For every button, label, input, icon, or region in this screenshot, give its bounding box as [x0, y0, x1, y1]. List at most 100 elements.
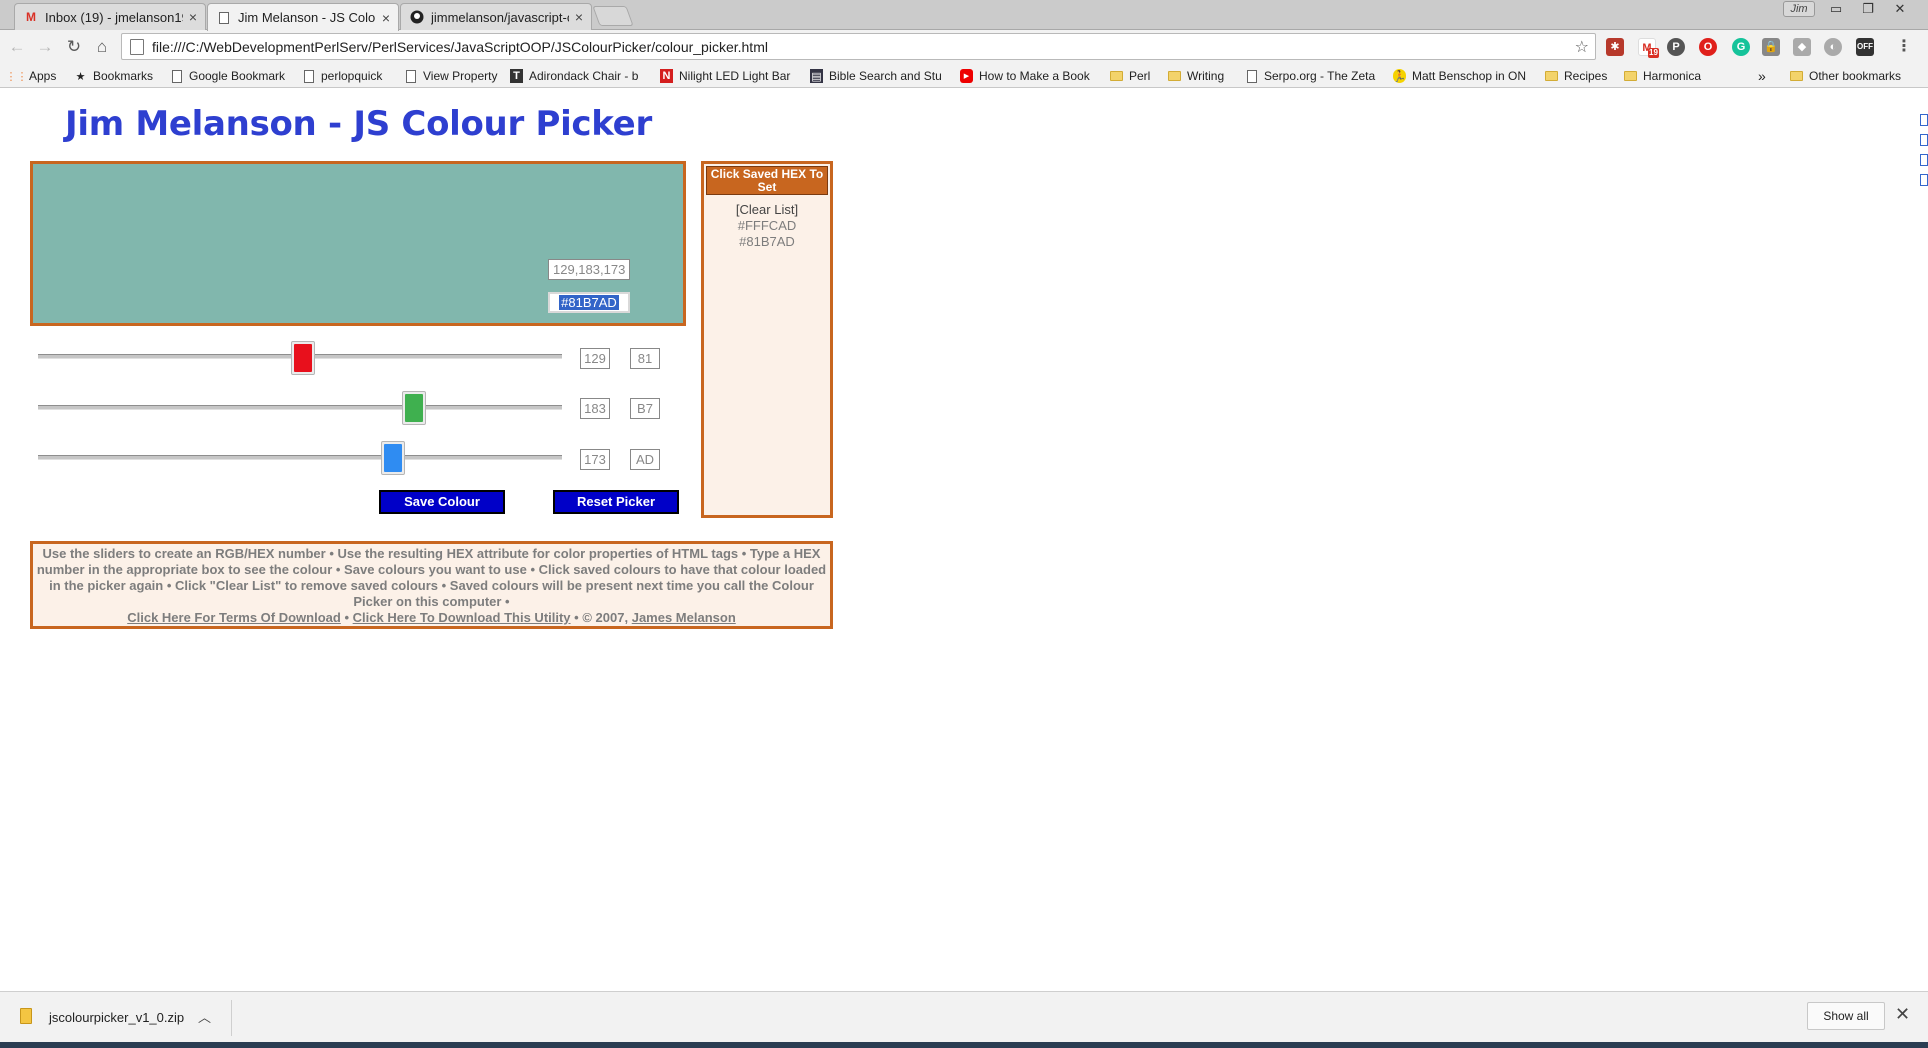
pinterest-icon[interactable]: P: [1667, 38, 1685, 56]
url-text: file:///C:/WebDevelopmentPerlServ/PerlSe…: [152, 38, 768, 55]
page-icon: [1245, 69, 1258, 83]
bookmark-bible-search[interactable]: ▤ Bible Search and Stu: [810, 68, 947, 84]
close-tab-icon[interactable]: ×: [189, 9, 197, 25]
dropbox-icon[interactable]: ◆: [1793, 38, 1811, 56]
bookmark-apps[interactable]: ⋮⋮ Apps: [6, 68, 57, 84]
profile-button[interactable]: Jim: [1783, 1, 1815, 17]
author-link[interactable]: James Melanson: [632, 610, 736, 625]
bookmark-matt-benschop[interactable]: 🏃 Matt Benschop in ON: [1393, 68, 1530, 84]
minimize-button[interactable]: ▭: [1821, 0, 1851, 18]
bookmark-view-property[interactable]: View Property: [404, 68, 497, 84]
chevron-up-icon[interactable]: ︿: [198, 1007, 211, 1026]
side-widget-icon[interactable]: [1920, 134, 1928, 146]
side-widget-icon[interactable]: [1920, 154, 1928, 166]
bookmark-star-icon[interactable]: ☆: [1575, 37, 1589, 57]
forward-icon[interactable]: →: [34, 36, 56, 58]
bookmarks-overflow-chevron-icon[interactable]: »: [1758, 68, 1766, 84]
tab-github[interactable]: jimmelanson/javascript-c ×: [400, 3, 592, 30]
github-icon: [409, 9, 425, 25]
bookmark-label: Matt Benschop in ON: [1412, 69, 1527, 83]
tab-gmail[interactable]: M Inbox (19) - jmelanson19 ×: [14, 3, 206, 30]
side-widget-icon[interactable]: [1920, 114, 1928, 126]
bookmark-label: View Property: [423, 69, 498, 83]
blue-slider-track[interactable]: [38, 455, 562, 460]
bookmark-harmonica[interactable]: Harmonica: [1624, 68, 1701, 84]
page-title: Jim Melanson - JS Colour Picker: [65, 104, 652, 144]
tab-bar: M Inbox (19) - jmelanson19 × Jim Melanso…: [0, 0, 1928, 31]
bookmark-writing[interactable]: Writing: [1168, 68, 1224, 84]
opera-icon[interactable]: O: [1699, 38, 1717, 56]
bookmark-adirondack[interactable]: T Adirondack Chair - b: [510, 68, 659, 84]
folder-icon: [1790, 69, 1803, 83]
zip-file-icon: [20, 1008, 32, 1024]
bookmark-label: Writing: [1187, 69, 1225, 83]
hex-field[interactable]: #81B7AD: [548, 292, 630, 313]
tab-title: Inbox (19) - jmelanson19: [45, 9, 183, 25]
ghostery-icon[interactable]: ◐: [1824, 38, 1842, 56]
bookmarks-bar: ⋮⋮ Apps ★ Bookmarks Google Bookmark perlop…: [0, 64, 1928, 88]
bookmark-label: Harmonica: [1643, 69, 1702, 83]
menu-icon[interactable]: ⋮: [1895, 38, 1913, 56]
folder-icon: [1624, 69, 1637, 83]
show-all-button[interactable]: Show all: [1807, 1002, 1885, 1030]
clear-list-link[interactable]: [Clear List]: [704, 202, 830, 218]
close-tab-icon[interactable]: ×: [575, 9, 583, 25]
runner-icon: 🏃: [1392, 69, 1407, 83]
download-filename[interactable]: jscolourpicker_v1_0.zip: [49, 1010, 184, 1025]
terms-link[interactable]: Click Here For Terms Of Download: [127, 610, 341, 625]
bookmark-perlopquick[interactable]: perlopquick: [302, 68, 382, 84]
side-widget-icon[interactable]: [1920, 174, 1928, 186]
bookmark-perl[interactable]: Perl: [1110, 68, 1150, 84]
bookmark-nilight[interactable]: N Nilight LED Light Bar: [660, 68, 809, 84]
bookmark-how-to-make-book[interactable]: ▶ How to Make a Book: [960, 68, 1094, 84]
saved-colours-header: Click Saved HEX To Set: [706, 166, 828, 195]
maximize-button[interactable]: ❐: [1853, 0, 1883, 18]
red-hex-field[interactable]: 81: [630, 348, 660, 369]
close-shelf-icon[interactable]: ✕: [1895, 1004, 1910, 1025]
bookmark-label: Bookmarks: [93, 69, 154, 83]
rgb-field[interactable]: 129,183,173: [548, 259, 630, 280]
bookmark-google[interactable]: Google Bookmark: [170, 68, 285, 84]
tab-title: Jim Melanson - JS Colour: [238, 10, 376, 25]
n-icon: N: [660, 69, 673, 83]
blue-decimal-field[interactable]: 173: [580, 449, 610, 470]
saved-colour-item[interactable]: #FFFCAD: [704, 218, 830, 234]
reload-icon[interactable]: ↻: [63, 36, 85, 58]
extension-puzzle-icon[interactable]: ✱: [1606, 38, 1624, 56]
download-shelf: jscolourpicker_v1_0.zip ︿ Show all ✕: [0, 991, 1928, 1042]
bookmark-bookmarks[interactable]: ★ Bookmarks: [74, 68, 153, 84]
close-window-button[interactable]: ✕: [1885, 0, 1915, 18]
bullet-separator: •: [344, 610, 350, 625]
page-viewport: Jim Melanson - JS Colour Picker 129,183,…: [0, 88, 1928, 991]
bookmark-label: Google Bookmark: [189, 69, 286, 83]
off-toggle-icon[interactable]: OFF: [1856, 38, 1874, 56]
home-icon[interactable]: ⌂: [91, 36, 113, 58]
back-icon[interactable]: ←: [6, 36, 28, 58]
blue-slider-thumb[interactable]: [381, 441, 406, 475]
bookmark-label: Perl: [1129, 69, 1151, 83]
folder-icon: [1545, 69, 1558, 83]
other-bookmarks[interactable]: Other bookmarks: [1790, 68, 1901, 84]
saved-colour-item[interactable]: #81B7AD: [704, 234, 830, 250]
new-tab-button[interactable]: [592, 6, 634, 26]
address-bar[interactable]: file:///C:/WebDevelopmentPerlServ/PerlSe…: [121, 33, 1596, 60]
bookmark-label: perlopquick: [321, 69, 383, 83]
grammarly-icon[interactable]: G: [1732, 38, 1750, 56]
red-decimal-field[interactable]: 129: [580, 348, 610, 369]
green-hex-field[interactable]: B7: [630, 398, 660, 419]
gmail-badge: 19: [1648, 48, 1659, 58]
bookmark-serpo[interactable]: Serpo.org - The Zeta: [1245, 68, 1392, 84]
gmail-extension-icon[interactable]: M 19: [1638, 38, 1659, 58]
green-decimal-field[interactable]: 183: [580, 398, 610, 419]
lock-icon[interactable]: 🔒: [1762, 38, 1780, 56]
green-slider-thumb[interactable]: [402, 391, 427, 425]
blue-hex-field[interactable]: AD: [630, 449, 660, 470]
bookmark-recipes[interactable]: Recipes: [1545, 68, 1607, 84]
download-link[interactable]: Click Here To Download This Utility: [353, 610, 571, 625]
reset-picker-button[interactable]: Reset Picker: [553, 490, 679, 514]
red-slider-thumb[interactable]: [291, 341, 316, 375]
tab-colour-picker[interactable]: Jim Melanson - JS Colour ×: [207, 3, 399, 31]
close-tab-icon[interactable]: ×: [382, 10, 390, 26]
green-slider-track[interactable]: [38, 405, 562, 410]
save-colour-button[interactable]: Save Colour: [379, 490, 505, 514]
